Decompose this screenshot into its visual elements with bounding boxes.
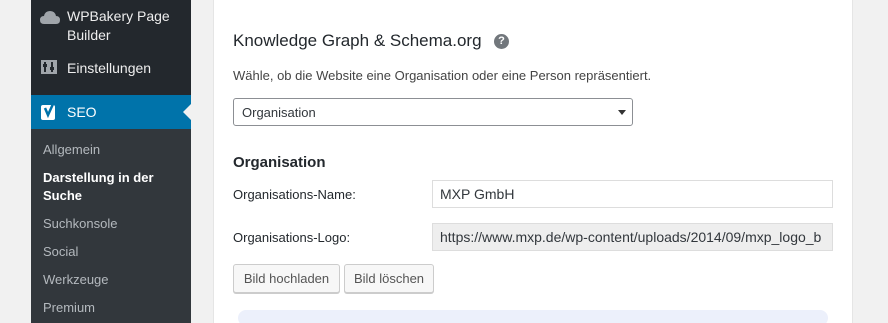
delete-image-button[interactable]: Bild löschen — [344, 264, 434, 293]
organization-logo-input[interactable]: https://www.mxp.de/wp-content/uploads/20… — [432, 223, 833, 251]
select-value: Organisation — [242, 105, 316, 120]
next-section-banner — [238, 310, 828, 323]
sidebar-item-seo[interactable]: SEO — [31, 95, 191, 129]
help-icon[interactable]: ? — [494, 34, 509, 49]
submenu-item-suchkonsole[interactable]: Suchkonsole — [43, 215, 183, 233]
sidebar-item-label: WPBakery Page Builder — [67, 8, 170, 43]
section-title: Knowledge Graph & Schema.org — [233, 31, 482, 50]
submenu-item-darstellung[interactable]: Darstellung in der Suche — [43, 169, 183, 205]
sidebar-item-wpbakery[interactable]: WPBakery Page Builder — [31, 6, 191, 46]
subsection-title: Organisation — [233, 154, 326, 171]
sliders-icon — [39, 58, 61, 78]
section-description: Wähle, ob die Website eine Organisation … — [233, 68, 652, 83]
organization-name-label: Organisations-Name: — [233, 187, 356, 202]
submenu-item-social[interactable]: Social — [43, 243, 183, 261]
chevron-down-icon — [618, 110, 626, 115]
seo-submenu: Allgemein Darstellung in der Suche Suchk… — [31, 129, 191, 323]
upload-image-button[interactable]: Bild hochladen — [233, 264, 340, 293]
submenu-item-werkzeuge[interactable]: Werkzeuge — [43, 271, 183, 289]
entity-type-select[interactable]: Organisation — [233, 98, 633, 126]
active-indicator — [183, 104, 191, 120]
admin-sidebar: WPBakery Page Builder Einstellungen SEO … — [31, 0, 191, 323]
sidebar-item-settings[interactable]: Einstellungen — [31, 58, 191, 78]
cloud-icon — [39, 8, 61, 28]
organization-name-input[interactable]: MXP GmbH — [432, 180, 833, 208]
submenu-item-premium[interactable]: Premium — [43, 299, 183, 317]
submenu-item-allgemein[interactable]: Allgemein — [43, 141, 183, 159]
yoast-icon — [39, 102, 61, 122]
sidebar-item-label: SEO — [67, 104, 97, 120]
organization-logo-label: Organisations-Logo: — [233, 230, 351, 245]
sidebar-item-label: Einstellungen — [67, 60, 152, 76]
